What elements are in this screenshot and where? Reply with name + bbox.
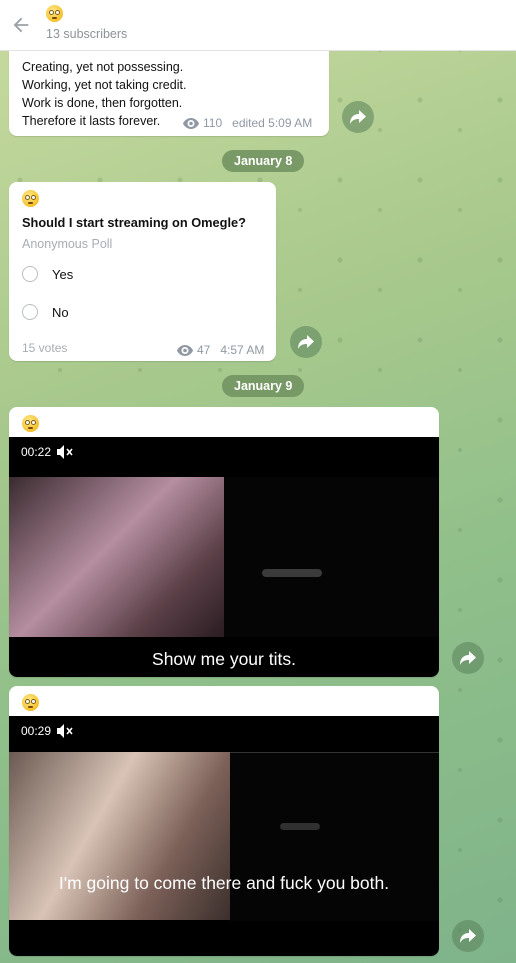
poll-option-no[interactable]: No: [22, 304, 69, 320]
share-arrow-icon[interactable]: [452, 920, 484, 952]
date-separator: January 8: [222, 150, 305, 172]
video-message[interactable]: 00:22 Show me your tits.: [9, 407, 439, 677]
poll-option-label: No: [52, 304, 69, 320]
arrow-left-icon[interactable]: [10, 14, 32, 36]
video-duration-badge: 00:29: [21, 724, 73, 738]
share-arrow-icon[interactable]: [452, 642, 484, 674]
message-time: 4:57 AM: [220, 343, 265, 357]
message-meta: 110 edited 5:09 AM: [183, 116, 312, 130]
rolling-eyes-emoji: [22, 694, 39, 711]
message-meta: 47 4:57 AM: [177, 343, 264, 357]
message-quote[interactable]: Creating, yet not possessing. Working, y…: [9, 36, 329, 136]
radio-button[interactable]: [22, 304, 38, 320]
video-frame-right: [230, 752, 439, 921]
poll-type: Anonymous Poll: [22, 237, 113, 251]
message-text: Creating, yet not possessing. Working, y…: [22, 60, 187, 128]
video-player[interactable]: 00:22 Show me your tits.: [9, 437, 439, 677]
share-arrow-icon[interactable]: [342, 101, 374, 133]
poll-option-yes[interactable]: Yes: [22, 266, 73, 282]
video-duration: 00:29: [21, 724, 52, 738]
video-subtitle: Show me your tits.: [152, 649, 296, 669]
video-frame-left: [9, 752, 230, 920]
video-frame-right: [224, 477, 439, 637]
speaker-muted-icon[interactable]: [57, 445, 73, 459]
rolling-eyes-emoji: [22, 190, 39, 207]
video-duration: 00:22: [21, 445, 52, 459]
eye-icon: [177, 344, 193, 356]
video-frame-left: [9, 477, 224, 637]
message-time: edited 5:09 AM: [232, 116, 313, 130]
poll-option-label: Yes: [52, 266, 74, 282]
video-player[interactable]: 00:29 I'm going to come there and fuck y…: [9, 716, 439, 956]
video-subtitle: I'm going to come there and fuck you bot…: [58, 873, 390, 893]
view-count: 110: [203, 116, 223, 130]
poll-question: Should I start streaming on Omegle?: [22, 215, 246, 230]
radio-button[interactable]: [22, 266, 38, 282]
share-arrow-icon[interactable]: [290, 326, 322, 358]
subscriber-count: 13 subscribers: [46, 27, 128, 41]
video-message[interactable]: 00:29 I'm going to come there and fuck y…: [9, 686, 439, 956]
vote-count: 15 votes: [22, 341, 68, 355]
rolling-eyes-emoji: [22, 415, 39, 432]
eye-icon: [183, 117, 199, 129]
date-separator: January 9: [222, 375, 305, 397]
speaker-muted-icon[interactable]: [57, 724, 73, 738]
channel-avatar-emoji: [46, 5, 63, 22]
channel-header: 13 subscribers: [0, 0, 516, 51]
video-duration-badge: 00:22: [21, 445, 73, 459]
poll-message: Should I start streaming on Omegle? Anon…: [9, 182, 276, 361]
view-count: 47: [197, 343, 211, 357]
